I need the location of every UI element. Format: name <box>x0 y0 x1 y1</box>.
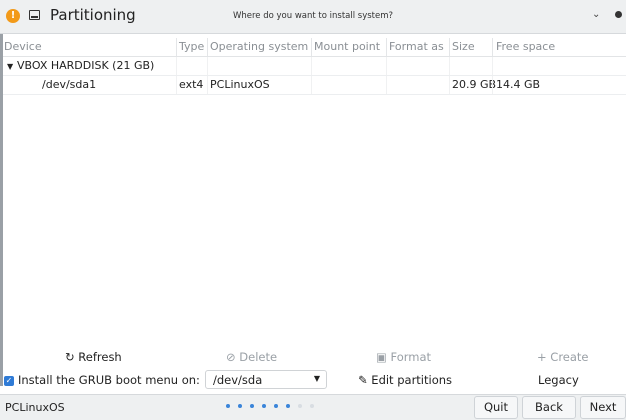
edit-partitions-button[interactable]: ✎ Edit partitions <box>358 373 452 387</box>
partition-type: ext4 <box>179 78 204 91</box>
row-divider <box>449 76 450 94</box>
step-progress-dots <box>226 401 322 411</box>
partition-table-header: Device Type Operating system Mount point… <box>3 38 626 57</box>
progress-dot-done <box>250 403 254 408</box>
next-button[interactable]: Next <box>580 396 626 419</box>
quit-button[interactable]: Quit <box>474 396 518 419</box>
refresh-label: Refresh <box>78 350 122 364</box>
partition-os: PCLinuxOS <box>210 78 270 91</box>
delete-label: Delete <box>239 350 278 364</box>
row-divider <box>176 76 177 94</box>
row-divider <box>449 57 450 75</box>
edit-partitions-label: Edit partitions <box>371 373 453 387</box>
row-divider <box>492 57 493 75</box>
dropdown-arrow-icon: ▼ <box>313 374 320 383</box>
partition-device: /dev/sda1 <box>42 78 97 91</box>
disk-name: VBOX HARDDISK (21 GB) <box>17 59 155 72</box>
progress-dot-pending <box>310 403 314 408</box>
expand-triangle-icon[interactable]: ▼ <box>7 62 13 71</box>
progress-dot-pending <box>298 403 302 408</box>
row-divider <box>492 76 493 94</box>
header-divider <box>449 38 450 56</box>
progress-dot-done <box>226 403 230 408</box>
create-button[interactable]: + Create <box>537 350 589 364</box>
progress-dot-done <box>286 403 290 408</box>
header-operating-system[interactable]: Operating system <box>210 40 308 53</box>
status-bar: PCLinuxOS Quit Back Next <box>0 394 626 420</box>
header-divider <box>492 38 493 56</box>
back-button[interactable]: Back <box>522 396 576 419</box>
title-bar: ! Partitioning Where do you want to inst… <box>0 0 626 34</box>
row-divider <box>207 76 208 94</box>
progress-dot-done <box>274 403 278 408</box>
header-format-as[interactable]: Format as <box>389 40 444 53</box>
delete-icon: ⊘ <box>226 350 236 364</box>
boot-mode-label: Legacy <box>538 373 579 387</box>
table-row-disk[interactable]: ▼ VBOX HARDDISK (21 GB) <box>3 57 626 76</box>
row-divider <box>386 76 387 94</box>
create-label: + Create <box>537 350 589 364</box>
header-device[interactable]: Device <box>4 40 42 53</box>
partition-size: 20.9 GB <box>452 78 497 91</box>
header-divider <box>311 38 312 56</box>
header-size[interactable]: Size <box>452 40 475 53</box>
format-label: Format <box>390 350 432 364</box>
install-question: Where do you want to install system? <box>232 11 394 21</box>
table-row-partition[interactable]: /dev/sda1 ext4 PCLinuxOS 20.9 GB 14.4 GB <box>3 76 626 95</box>
progress-dot-done <box>238 403 242 408</box>
header-mount-point[interactable]: Mount point <box>314 40 380 53</box>
grub-device-select[interactable]: /dev/sda ▼ <box>205 370 327 389</box>
row-divider <box>311 76 312 94</box>
grub-device-value: /dev/sda <box>213 373 263 387</box>
grub-checkbox[interactable]: ✓ <box>4 376 14 386</box>
minimize-chevron-icon[interactable]: ⌄ <box>592 9 600 20</box>
partition-free-space: 14.4 GB <box>496 78 541 91</box>
progress-dot-done <box>262 403 266 408</box>
format-icon: ▣ <box>376 350 387 364</box>
refresh-icon: ↻ <box>65 350 75 364</box>
row-divider <box>386 57 387 75</box>
row-divider <box>311 57 312 75</box>
header-free-space[interactable]: Free space <box>496 40 555 53</box>
row-divider <box>176 57 177 75</box>
refresh-button[interactable]: ↻ Refresh <box>65 350 122 364</box>
header-divider <box>207 38 208 56</box>
close-icon[interactable] <box>615 11 622 18</box>
header-type[interactable]: Type <box>179 40 204 53</box>
row-divider <box>207 57 208 75</box>
distro-name: PCLinuxOS <box>5 401 65 414</box>
grub-label: Install the GRUB boot menu on: <box>18 373 200 387</box>
format-button[interactable]: ▣ Format <box>376 350 431 364</box>
header-divider <box>386 38 387 56</box>
delete-button[interactable]: ⊘ Delete <box>226 350 277 364</box>
grub-options-row: ✓ Install the GRUB boot menu on: /dev/sd… <box>0 368 626 392</box>
pencil-icon: ✎ <box>358 373 368 387</box>
header-divider <box>176 38 177 56</box>
